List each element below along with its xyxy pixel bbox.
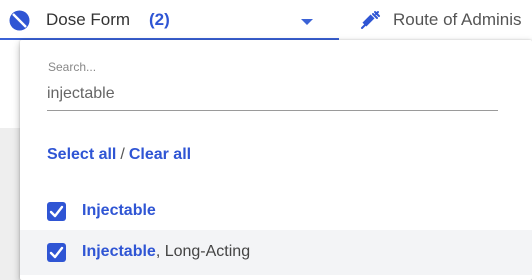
checkmark-icon	[49, 246, 64, 259]
option-label: Injectable	[82, 202, 156, 220]
caret-down-icon[interactable]	[301, 19, 313, 25]
checkbox-checked[interactable]	[47, 202, 66, 221]
dose-form-dropdown: Search... Select all/Clear all Injectabl…	[20, 40, 532, 280]
dose-form-count: (2)	[149, 10, 170, 29]
dose-form-filter[interactable]: Dose Form (2)	[0, 0, 339, 40]
dose-form-label: Dose Form	[46, 10, 131, 29]
option-injectable-long-acting[interactable]: Injectable, Long-Acting	[20, 230, 532, 275]
search-input[interactable]	[47, 81, 498, 111]
syringe-icon	[361, 11, 380, 29]
filter-bar: Dose Form (2) Route of Adminis	[0, 0, 532, 40]
select-links: Select all / Clear all	[47, 146, 191, 164]
page: Dose Form (2) Route of Adminis Search...…	[0, 0, 532, 280]
separator: /	[120, 146, 125, 163]
option-rest-text: , Long-Acting	[155, 243, 251, 260]
option-label: Injectable, Long-Acting	[82, 243, 250, 261]
option-match-text: Injectable	[82, 202, 156, 219]
route-label: Route of Adminis	[393, 10, 522, 29]
checkmark-icon	[49, 205, 64, 218]
search-caption: Search...	[48, 60, 97, 74]
checkbox-checked[interactable]	[47, 243, 66, 262]
select-all-link[interactable]: Select all	[47, 146, 116, 163]
pill-capsule-icon	[9, 10, 30, 31]
clear-all-link[interactable]: Clear all	[129, 146, 191, 163]
option-injectable[interactable]: Injectable	[20, 190, 532, 232]
option-match-text: Injectable	[82, 243, 156, 260]
